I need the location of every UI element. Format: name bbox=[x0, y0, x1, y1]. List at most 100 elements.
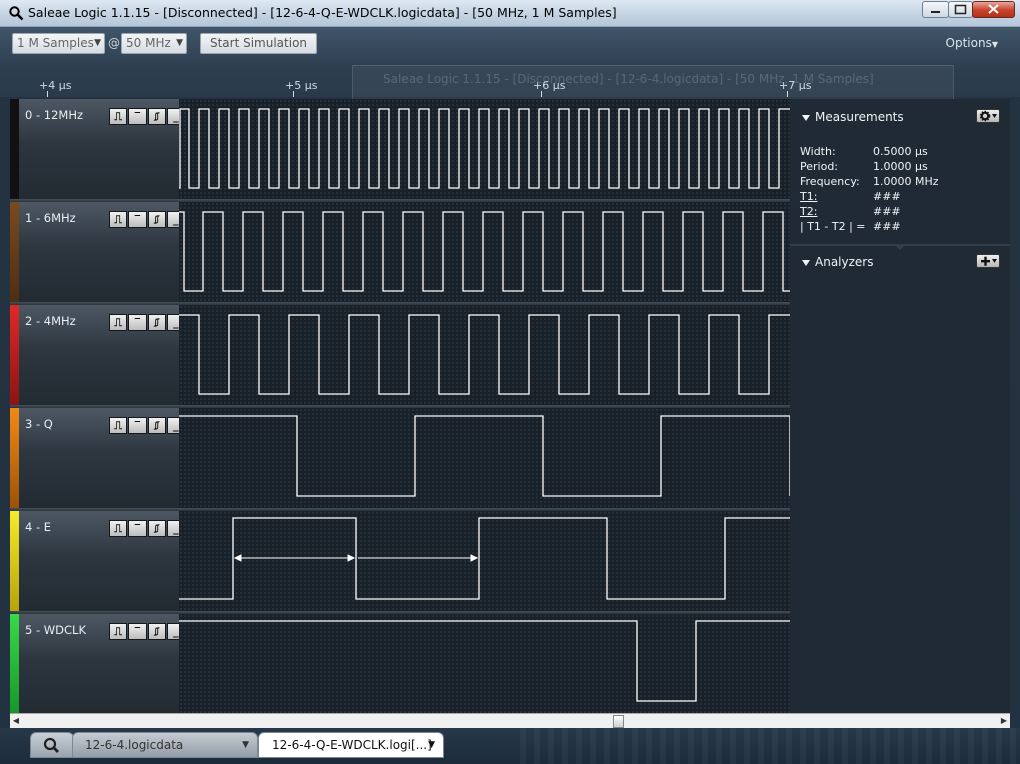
channel-waveform[interactable] bbox=[179, 99, 790, 199]
rising-edge-icon[interactable]: ⎍ bbox=[109, 623, 128, 640]
channel-name[interactable]: 2 - 4MHz bbox=[25, 314, 76, 328]
channel-waveform[interactable] bbox=[179, 202, 790, 302]
high-level-icon[interactable]: ‾ bbox=[128, 108, 147, 125]
high-level-icon[interactable]: ‾ bbox=[128, 623, 147, 640]
chevron-down-icon[interactable]: ▼ bbox=[242, 733, 249, 757]
chevron-down-icon: ▼ bbox=[176, 38, 183, 48]
measurements-header[interactable]: Measurements bbox=[802, 110, 904, 124]
channel-color-strip bbox=[10, 99, 19, 199]
channel-row: 0 - 12MHz ⎍ ‾ ⎎ _ bbox=[10, 99, 790, 199]
measurement-width: Width: 0.5000 µs bbox=[800, 145, 928, 158]
search-tab[interactable] bbox=[30, 732, 74, 758]
chevron-down-icon[interactable]: ▼ bbox=[428, 733, 435, 757]
channel-waveform[interactable] bbox=[179, 408, 790, 508]
period-measurement-marker bbox=[358, 554, 479, 562]
time-tick: +4 µs bbox=[39, 79, 71, 97]
chevron-down-icon: ▼ bbox=[991, 40, 998, 49]
channel-label-area: 3 - Q ⎍ ‾ ⎎ _ bbox=[19, 408, 185, 508]
scroll-left-icon[interactable]: ◀ bbox=[10, 714, 22, 728]
channel-label-area: 0 - 12MHz ⎍ ‾ ⎎ _ bbox=[19, 99, 185, 199]
channel-waveform[interactable] bbox=[179, 511, 790, 611]
samples-dropdown[interactable]: 1 M Samples ▼ bbox=[12, 33, 105, 54]
channel-row: 2 - 4MHz ⎍ ‾ ⎎ _ bbox=[10, 305, 790, 405]
add-analyzer-button[interactable] bbox=[976, 254, 1000, 268]
channel-name[interactable]: 3 - Q bbox=[25, 417, 53, 431]
time-tick: +5 µs bbox=[285, 79, 317, 97]
falling-edge-icon[interactable]: ⎎ bbox=[147, 417, 166, 434]
window-title: Saleae Logic 1.1.15 - [Disconnected] - [… bbox=[28, 5, 617, 20]
channel-name[interactable]: 4 - E bbox=[25, 520, 51, 534]
falling-edge-icon[interactable]: ⎎ bbox=[147, 623, 166, 640]
rising-edge-icon[interactable]: ⎍ bbox=[109, 417, 128, 434]
start-simulation-button[interactable]: Start Simulation bbox=[200, 33, 317, 54]
channel-row: 1 - 6MHz ⎍ ‾ ⎎ _ bbox=[10, 202, 790, 302]
waveform-trace bbox=[179, 415, 790, 497]
high-level-icon[interactable]: ‾ bbox=[128, 417, 147, 434]
maximize-button[interactable] bbox=[948, 1, 973, 18]
rate-value: 50 MHz bbox=[126, 36, 171, 50]
channel-row: 4 - E ⎍ ‾ ⎎ _ bbox=[10, 511, 790, 611]
channel-row: 3 - Q ⎍ ‾ ⎎ _ bbox=[10, 408, 790, 508]
rising-edge-icon[interactable]: ⎍ bbox=[109, 520, 128, 537]
falling-edge-icon[interactable]: ⎎ bbox=[147, 211, 166, 228]
waveform-trace bbox=[179, 108, 790, 189]
channel-label-area: 1 - 6MHz ⎍ ‾ ⎎ _ bbox=[19, 202, 185, 302]
rate-dropdown[interactable]: 50 MHz ▼ bbox=[121, 33, 187, 54]
channel-color-strip bbox=[10, 614, 19, 713]
time-tick: +6 µs bbox=[533, 79, 565, 97]
analyzers-header[interactable]: Analyzers bbox=[802, 255, 873, 269]
tab-label: 12-6-4.logicdata bbox=[85, 738, 184, 752]
gear-icon bbox=[979, 110, 997, 122]
collapse-triangle-icon bbox=[802, 259, 810, 266]
at-label: @ bbox=[108, 36, 120, 50]
measurement-t2[interactable]: T2: ### bbox=[800, 205, 901, 218]
channel-name[interactable]: 0 - 12MHz bbox=[25, 108, 83, 122]
measurement-t1-t2-diff: | T1 - T2 | = ### bbox=[800, 220, 901, 233]
channel-name[interactable]: 1 - 6MHz bbox=[25, 211, 76, 225]
measurement-t1[interactable]: T1: ### bbox=[800, 190, 901, 203]
measurement-frequency: Frequency: 1.0000 MHz bbox=[800, 175, 939, 188]
channel-color-strip bbox=[10, 305, 19, 405]
options-label: Options bbox=[945, 36, 992, 50]
options-menu[interactable]: Options▼ bbox=[946, 36, 998, 50]
rising-edge-icon[interactable]: ⎍ bbox=[109, 211, 128, 228]
minimize-button[interactable] bbox=[922, 1, 949, 18]
waveform-trace bbox=[179, 620, 790, 702]
samples-value: 1 M Samples bbox=[17, 36, 94, 50]
rising-edge-icon[interactable]: ⎍ bbox=[109, 314, 128, 331]
channel-label-area: 2 - 4MHz ⎍ ‾ ⎎ _ bbox=[19, 305, 185, 405]
waveform-trace bbox=[179, 517, 790, 600]
maximize-icon bbox=[954, 4, 967, 15]
high-level-icon[interactable]: ‾ bbox=[128, 314, 147, 331]
scroll-right-icon[interactable]: ▶ bbox=[998, 714, 1010, 728]
channel-list: 0 - 12MHz ⎍ ‾ ⎎ _ 1 - 6MHz ⎍ ‾ ⎎ _ 2 - 4… bbox=[10, 99, 790, 713]
tab-12-6-4-logicdata[interactable]: 12-6-4.logicdata ▼ bbox=[72, 732, 258, 758]
channel-waveform[interactable] bbox=[179, 614, 790, 713]
trigger-buttons: ⎍ ‾ ⎎ _ bbox=[109, 417, 185, 434]
toolbar: Saleae Logic 1.1.15 - [Disconnected] - [… bbox=[0, 27, 1020, 127]
side-panel: Measurements Width: 0.5000 µs Period: 1.00… bbox=[790, 99, 1010, 713]
scroll-thumb[interactable] bbox=[613, 715, 624, 728]
search-icon bbox=[43, 737, 59, 753]
rising-edge-icon[interactable]: ⎍ bbox=[109, 108, 128, 125]
channel-name[interactable]: 5 - WDCLK bbox=[25, 623, 86, 637]
channel-color-strip bbox=[10, 408, 19, 508]
close-icon bbox=[988, 4, 999, 14]
high-level-icon[interactable]: ‾ bbox=[128, 520, 147, 537]
minimize-icon bbox=[931, 11, 940, 13]
horizontal-scrollbar[interactable]: ◀ ▶ bbox=[10, 713, 1010, 728]
measurements-settings-button[interactable] bbox=[976, 109, 1000, 123]
falling-edge-icon[interactable]: ⎎ bbox=[147, 108, 166, 125]
chevron-down-icon: ▼ bbox=[94, 38, 101, 48]
panel-divider-notch bbox=[894, 244, 906, 250]
channel-color-strip bbox=[10, 202, 19, 302]
magnifier-icon bbox=[9, 6, 24, 21]
tab-12-6-4-q-e-wdclk-logicdata[interactable]: 12-6-4-Q-E-WDCLK.logi[...] ▼ bbox=[258, 732, 444, 758]
falling-edge-icon[interactable]: ⎎ bbox=[147, 520, 166, 537]
falling-edge-icon[interactable]: ⎎ bbox=[147, 314, 166, 331]
measurement-period: Period: 1.0000 µs bbox=[800, 160, 928, 173]
close-button[interactable] bbox=[972, 1, 1015, 18]
channel-waveform[interactable] bbox=[179, 305, 790, 405]
high-level-icon[interactable]: ‾ bbox=[128, 211, 147, 228]
time-tick: +7 µs bbox=[779, 79, 811, 97]
